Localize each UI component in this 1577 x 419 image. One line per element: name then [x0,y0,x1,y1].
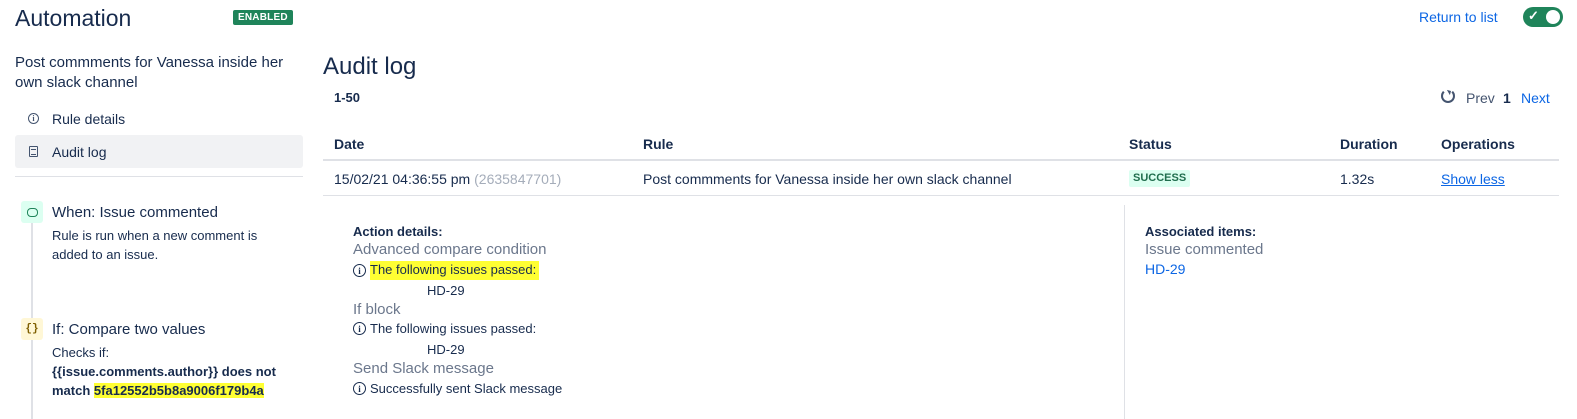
info-icon: i [353,382,366,395]
action-message-text: Successfully sent Slack message [370,381,563,396]
associated-items-heading: Associated items: [1145,224,1257,239]
row-rule: Post commments for Vanessa inside her ow… [643,171,1012,187]
execution-id: (2635847701) [474,171,562,187]
status-badge: SUCCESS [1129,170,1191,187]
action-name: If block [353,301,401,318]
action-details-heading: Action details: [353,224,443,239]
info-icon: i [15,113,52,124]
rule-name: Post commments for Vanessa inside her ow… [15,54,284,91]
action-message: i The following issues passed: [353,261,540,280]
sidebar-item-label: Audit log [52,143,107,160]
action-message-text: The following issues passed: [370,261,540,280]
trigger-title[interactable]: When: Issue commented [52,204,218,221]
trigger-description: Rule is run when a new comment is added … [52,228,258,262]
current-page: 1 [1503,90,1511,106]
document-icon [15,146,52,157]
details-divider [1124,205,1125,419]
prev-page-button[interactable]: Prev [1466,90,1495,106]
action-issue-key: HD-29 [427,342,465,357]
next-page-button[interactable]: Next [1521,90,1550,106]
return-to-list-link[interactable]: Return to list [1419,9,1498,25]
action-name: Send Slack message [353,360,494,377]
column-header-operations: Operations [1441,136,1515,152]
action-name: Advanced compare condition [353,241,547,258]
column-header-duration: Duration [1340,136,1398,152]
condition-expression: {{issue.comments.author}} does not match… [52,362,292,400]
action-message: i The following issues passed: [353,321,536,336]
page-title: Automation [15,5,132,31]
divider [15,176,303,177]
check-icon: ✓ [1528,8,1539,23]
column-header-status: Status [1129,136,1172,152]
table-header-divider [323,159,1559,161]
action-message: i Successfully sent Slack message [353,381,562,396]
enabled-badge: ENABLED [233,10,293,25]
sidebar-item-label: Rule details [52,110,126,127]
info-icon: i [353,264,366,277]
rule-enabled-toggle[interactable]: ✓ [1523,7,1563,27]
result-range: 1-50 [334,90,361,105]
sidebar-item-rule-details[interactable]: i Rule details [15,102,303,135]
audit-log-title: Audit log [323,53,417,80]
sidebar-item-audit-log[interactable]: Audit log [15,135,303,168]
info-icon: i [353,322,366,335]
show-less-link[interactable]: Show less [1441,171,1505,187]
condition-description: Checks if: {{issue.comments.author}} doe… [52,343,292,400]
condition-value: 5fa12552b5b8a9006f179b4a [93,383,264,398]
column-header-rule: Rule [643,136,674,152]
condition-title[interactable]: If: Compare two values [52,321,205,338]
row-duration: 1.32s [1340,171,1375,187]
row-date: 15/02/21 04:36:55 pm (2635847701) [334,171,561,187]
associated-issue-link[interactable]: HD-29 [1145,261,1185,277]
row-date-text: 15/02/21 04:36:55 pm [334,171,471,187]
action-message-text: The following issues passed: [370,321,537,336]
checks-label: Checks if: [52,345,110,360]
action-issue-key: HD-29 [427,283,465,298]
column-header-date: Date [334,136,365,152]
refresh-icon[interactable] [1441,89,1455,103]
comment-icon [21,201,43,223]
toggle-knob [1546,10,1560,24]
braces-icon: {} [21,318,43,340]
associated-item-name: Issue commented [1145,241,1264,258]
table-row-divider [323,195,1559,196]
